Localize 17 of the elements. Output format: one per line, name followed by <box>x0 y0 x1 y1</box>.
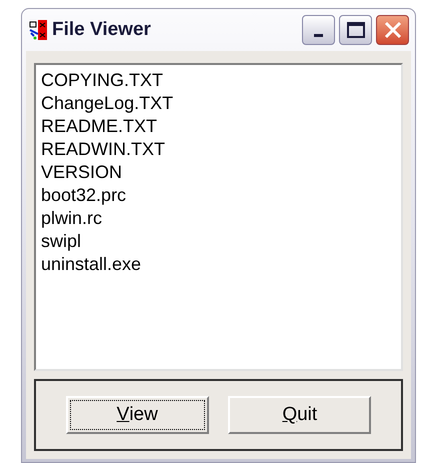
dialog-button[interactable]: View <box>66 396 209 434</box>
file-item[interactable]: VERSION <box>41 161 396 184</box>
maximize-button[interactable] <box>339 15 372 45</box>
file-item[interactable]: ChangeLog.TXT <box>41 92 396 115</box>
window-title: File Viewer <box>52 18 152 42</box>
file-item[interactable]: COPYING.TXT <box>41 69 396 92</box>
file-item[interactable]: plwin.rc <box>41 207 396 230</box>
file-item[interactable]: boot32.prc <box>41 184 396 207</box>
file-item[interactable]: README.TXT <box>41 115 396 138</box>
minimize-button[interactable] <box>302 15 335 45</box>
close-button[interactable] <box>376 15 409 45</box>
dialog-button[interactable]: Quit <box>228 396 372 434</box>
close-icon <box>384 21 402 39</box>
file-item[interactable]: READWIN.TXT <box>41 138 396 161</box>
app-icon <box>28 20 48 40</box>
file-item[interactable]: swipl <box>41 230 396 253</box>
file-item[interactable]: uninstall.exe <box>41 253 396 276</box>
